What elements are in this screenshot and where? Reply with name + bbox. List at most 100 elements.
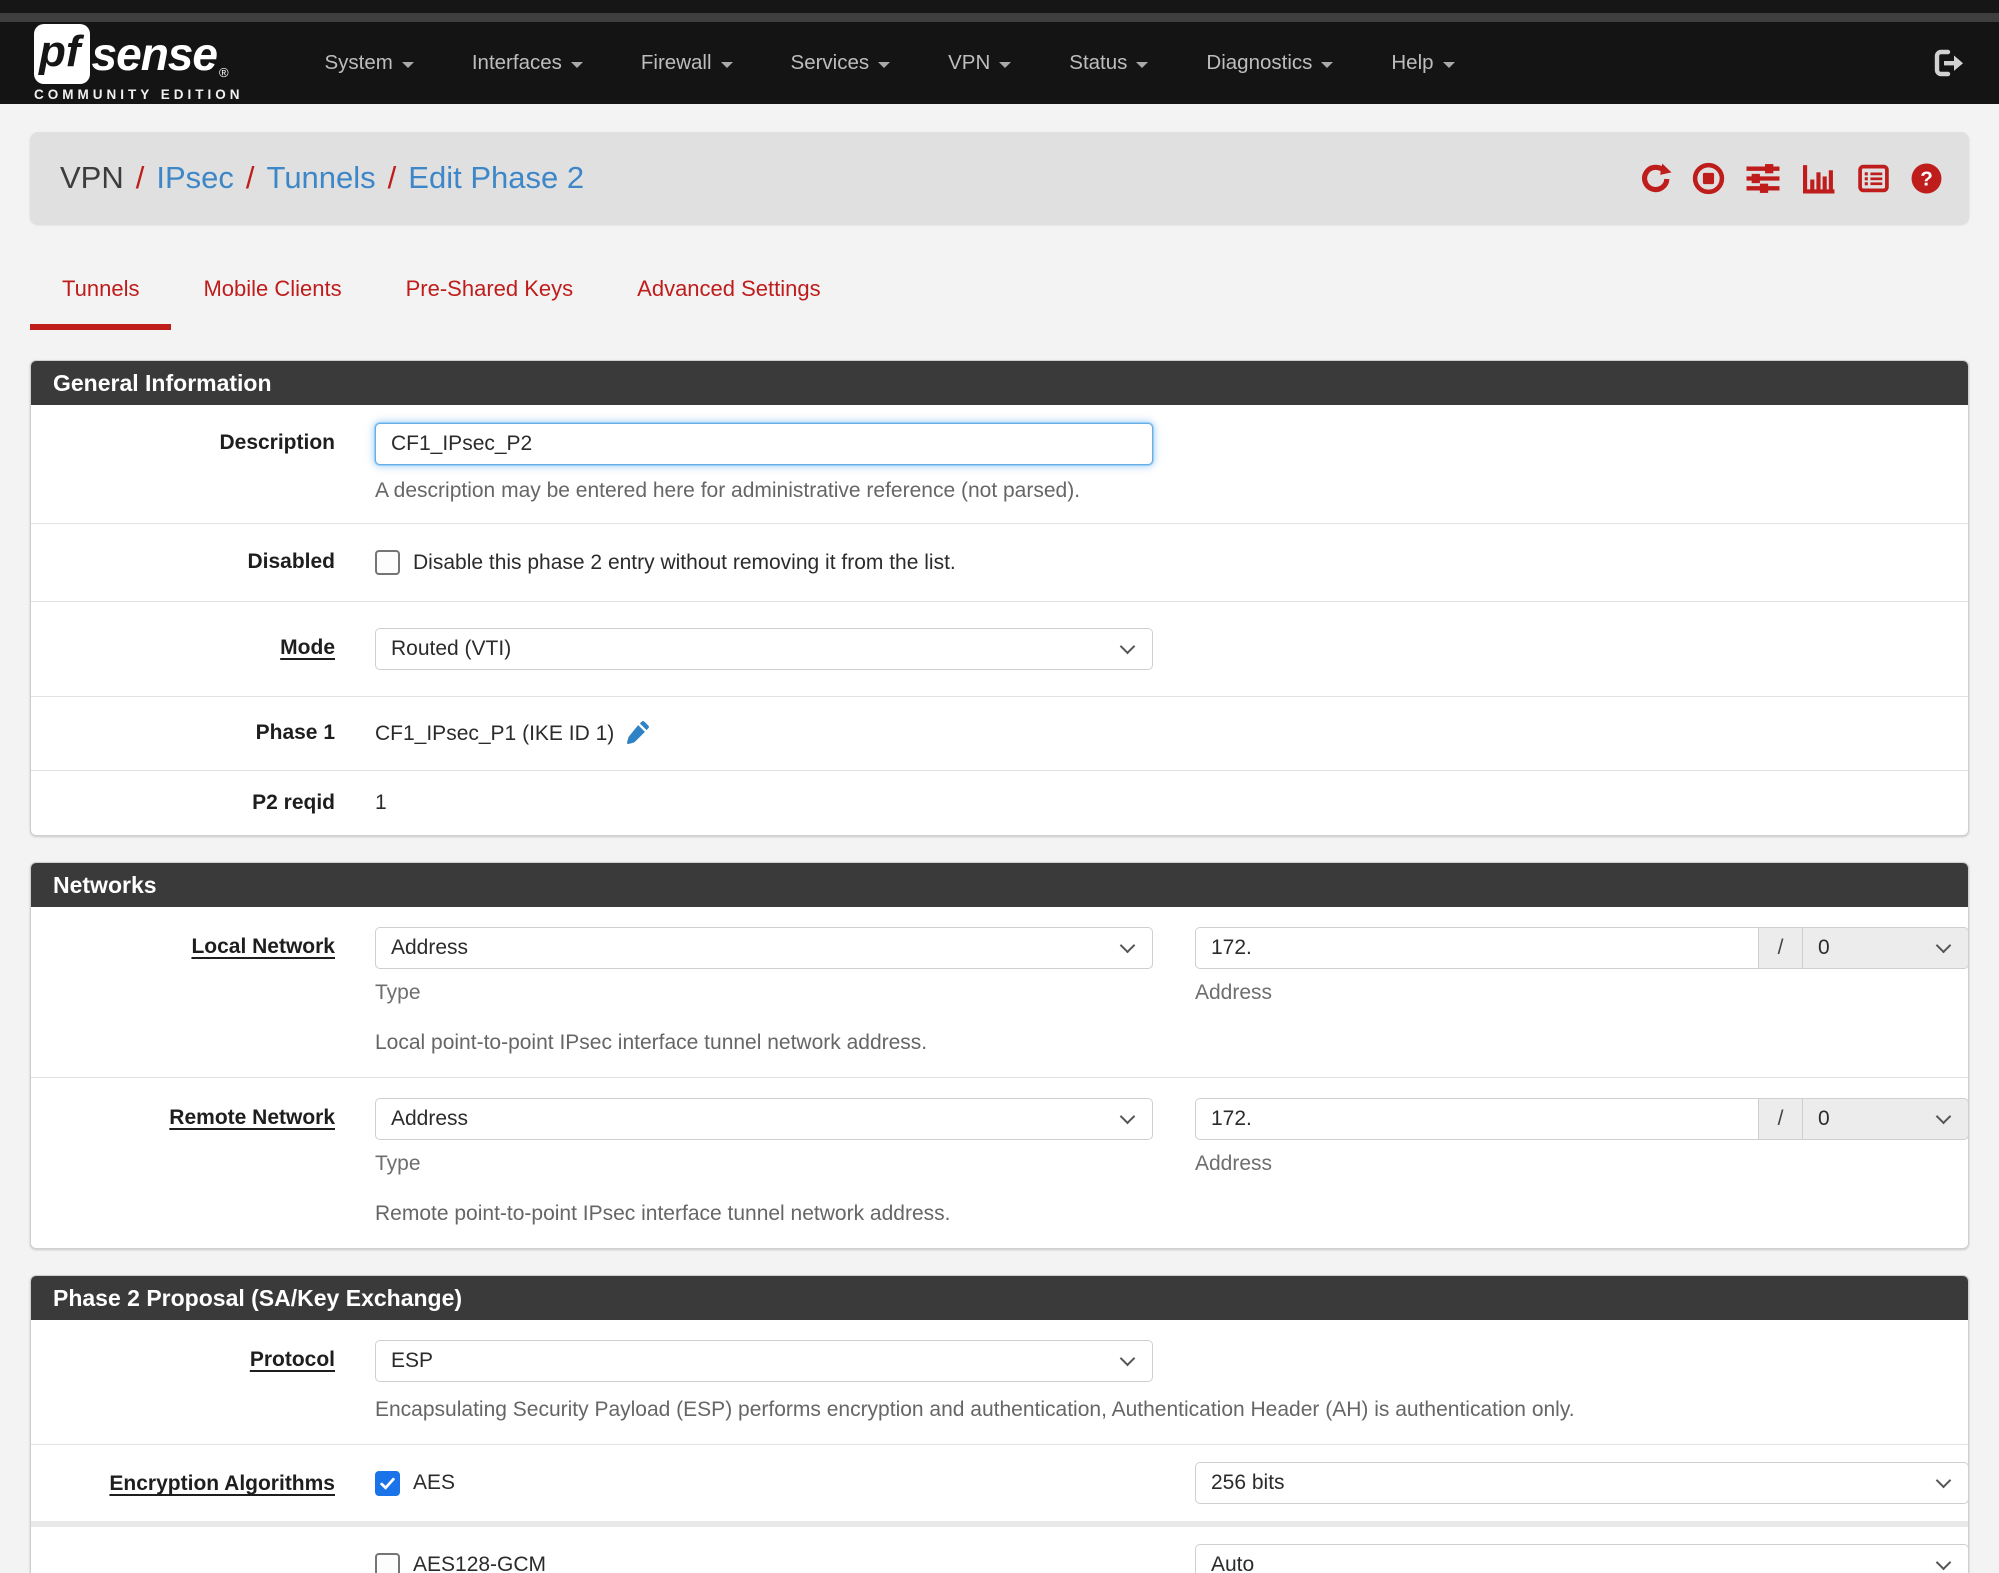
registered-mark: ® (218, 65, 229, 80)
section-title: Networks (31, 863, 1968, 908)
disabled-label: Disabled (247, 550, 335, 574)
protocol-row: Protocol ESP Encapsulating Security Payl… (31, 1320, 1968, 1446)
remote-address-input[interactable] (1195, 1098, 1759, 1141)
breadcrumb-vpn: VPN (60, 160, 124, 195)
aes-checkbox[interactable] (375, 1470, 400, 1496)
chevron-down-icon (1935, 1109, 1952, 1125)
list-alt-icon[interactable] (1857, 162, 1890, 195)
chevron-down-icon (1119, 1109, 1136, 1125)
sign-out-icon[interactable] (1933, 47, 1965, 79)
p2reqid-label: P2 reqid (252, 791, 335, 815)
question-circle-icon[interactable]: ? (1910, 162, 1943, 195)
phase2-proposal-panel: Phase 2 Proposal (SA/Key Exchange) Proto… (30, 1275, 1969, 1573)
protocol-select[interactable]: ESP (375, 1340, 1153, 1383)
logo-sense-text: sense (91, 28, 218, 80)
section-title: Phase 2 Proposal (SA/Key Exchange) (31, 1276, 1968, 1321)
redo-icon[interactable] (1639, 162, 1672, 195)
sliders-icon[interactable] (1745, 162, 1781, 195)
protocol-help: Encapsulating Security Payload (ESP) per… (375, 1398, 1575, 1422)
protocol-label: Protocol (249, 1348, 335, 1372)
remote-network-row: Remote Network Address Type / 0 (31, 1078, 1968, 1248)
menu-system[interactable]: System (296, 51, 443, 75)
description-help: A description may be entered here for ad… (375, 479, 1081, 503)
menu-interfaces[interactable]: Interfaces (443, 51, 612, 75)
local-address-input[interactable] (1195, 927, 1759, 970)
local-address-sublabel: Address (1195, 981, 1273, 1005)
mode-row: Mode Routed (VTI) (31, 602, 1968, 698)
aes128gcm-checkbox[interactable] (375, 1552, 400, 1573)
remote-type-sublabel: Type (375, 1152, 421, 1176)
remote-network-label: Remote Network (169, 1106, 335, 1130)
tab-mobile-clients[interactable]: Mobile Clients (171, 260, 373, 330)
breadcrumb-ipsec[interactable]: IPsec (156, 160, 234, 196)
local-type-sublabel: Type (375, 981, 421, 1005)
caret-down-icon (401, 61, 414, 68)
window-top-strip (0, 0, 1999, 13)
encryption-algorithms-label-spacer (31, 1544, 375, 1573)
aes-bits-select[interactable]: 256 bits (1195, 1462, 1968, 1505)
mode-select[interactable]: Routed (VTI) (375, 628, 1153, 671)
remote-prefix-select[interactable]: 0 (1803, 1098, 1968, 1141)
menu-vpn[interactable]: VPN (919, 51, 1040, 75)
breadcrumb-separator: / (245, 160, 255, 195)
networks-panel: Networks Local Network Address Type / (30, 862, 1969, 1250)
general-information-panel: General Information Description A descri… (30, 360, 1969, 837)
top-navbar: pf sense ® COMMUNITY EDITION System Inte… (0, 22, 1999, 104)
tab-pre-shared-keys[interactable]: Pre-Shared Keys (374, 260, 606, 330)
pencil-icon[interactable] (624, 721, 650, 746)
remote-network-help: Remote point-to-point IPsec interface tu… (375, 1202, 951, 1226)
phase1-row: Phase 1 CF1_IPsec_P1 (IKE ID 1) (31, 697, 1968, 772)
menu-status[interactable]: Status (1040, 51, 1177, 75)
menu-diagnostics[interactable]: Diagnostics (1177, 51, 1362, 75)
breadcrumb-separator: / (387, 160, 397, 195)
local-network-type-select[interactable]: Address (375, 927, 1153, 970)
encryption-aes128gcm-row: AES128-GCM Auto (31, 1527, 1968, 1573)
breadcrumb-separator: / (135, 160, 145, 195)
page-header: VPN / IPsec / Tunnels / Edit Phase 2 ? (30, 132, 1969, 224)
tab-advanced-settings[interactable]: Advanced Settings (605, 260, 852, 330)
caret-down-icon (1136, 61, 1149, 68)
address-separator: / (1759, 927, 1803, 970)
caret-down-icon (999, 61, 1012, 68)
disabled-checkbox-label: Disable this phase 2 entry without remov… (413, 550, 956, 574)
disabled-checkbox[interactable] (375, 550, 400, 576)
remote-address-sublabel: Address (1195, 1152, 1273, 1176)
section-title: General Information (31, 361, 1968, 406)
aes128gcm-checkbox-label: AES128-GCM (413, 1553, 547, 1573)
tab-tunnels[interactable]: Tunnels (30, 260, 172, 330)
description-row: Description A description may be entered… (31, 405, 1968, 525)
p2reqid-row: P2 reqid 1 (31, 771, 1968, 835)
disabled-row: Disabled Disable this phase 2 entry with… (31, 524, 1968, 603)
logo-edition-text: COMMUNITY EDITION (34, 87, 244, 102)
p2reqid-value: 1 (375, 791, 387, 815)
breadcrumb-tunnels[interactable]: Tunnels (267, 160, 376, 196)
aes128gcm-bits-select[interactable]: Auto (1195, 1544, 1968, 1573)
phase1-label: Phase 1 (255, 721, 335, 745)
window-sub-strip (0, 13, 1999, 22)
chart-bar-icon[interactable] (1801, 162, 1837, 195)
aes-checkbox-label: AES (413, 1471, 456, 1495)
address-separator: / (1759, 1098, 1803, 1141)
description-label: Description (219, 431, 335, 455)
caret-down-icon (1442, 61, 1455, 68)
chevron-down-icon (1935, 1473, 1952, 1489)
mode-label: Mode (280, 636, 335, 660)
caret-down-icon (878, 61, 891, 68)
pfsense-logo[interactable]: pf sense ® COMMUNITY EDITION (34, 24, 244, 102)
local-prefix-select[interactable]: 0 (1803, 927, 1968, 970)
chevron-down-icon (1119, 1351, 1136, 1367)
tab-bar: Tunnels Mobile Clients Pre-Shared Keys A… (30, 260, 1969, 330)
remote-network-type-select[interactable]: Address (375, 1098, 1153, 1141)
chevron-down-icon (1935, 1555, 1952, 1571)
chevron-down-icon (1119, 638, 1136, 655)
caret-down-icon (570, 61, 583, 68)
phase1-value: CF1_IPsec_P1 (IKE ID 1) (375, 721, 615, 745)
menu-firewall[interactable]: Firewall (612, 51, 762, 75)
menu-help[interactable]: Help (1362, 51, 1483, 75)
svg-text:?: ? (1920, 167, 1933, 190)
description-input[interactable] (375, 423, 1153, 466)
stop-circle-icon[interactable] (1692, 162, 1725, 195)
caret-down-icon (720, 61, 733, 68)
breadcrumb-edit-phase-2[interactable]: Edit Phase 2 (408, 160, 584, 196)
menu-services[interactable]: Services (762, 51, 920, 75)
